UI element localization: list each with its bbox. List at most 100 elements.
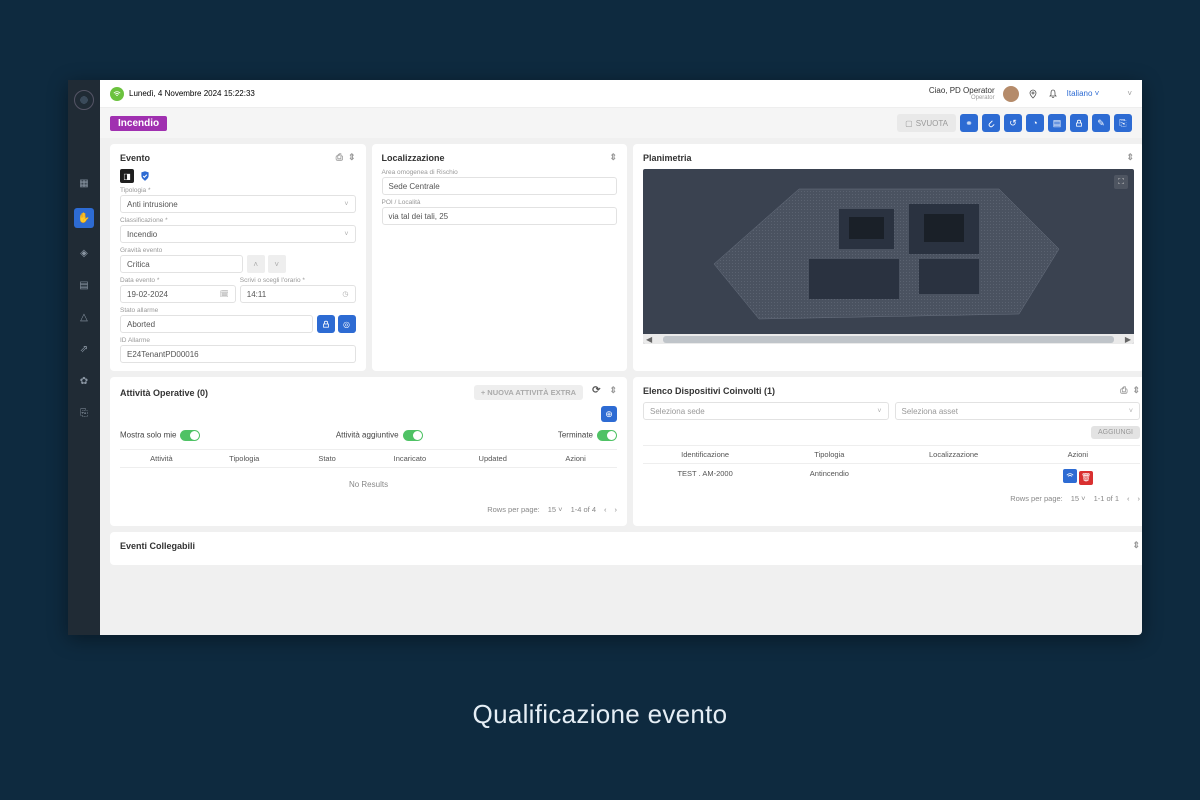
dispositivi-table: Identificazione Tipologia Localizzazione… [643, 445, 1140, 490]
cell-loc [892, 469, 1016, 485]
svuota-button[interactable]: ▢SVUOTA [897, 114, 956, 132]
ora-label: Scrivi o scegli l'orario * [240, 277, 356, 284]
stato-label: Stato allarme [120, 307, 356, 314]
sidebar-layers-icon[interactable]: ◈ [77, 246, 91, 260]
collapse-icon[interactable]: ⇕ [1132, 385, 1140, 396]
collegabili-title: Eventi Collegabili [120, 541, 195, 551]
event-tag: Incendio [110, 116, 167, 131]
collapse-icon[interactable]: ⇕ [609, 152, 617, 163]
tipologia-label: Tipologia * [120, 187, 356, 194]
col-tipologia: Tipologia [767, 450, 891, 459]
content-area: Evento ⎙ ⇕ ◨ Tipologia * Anti intrusione˅… [100, 138, 1142, 635]
scroll-left-icon[interactable]: ◀ [643, 335, 655, 344]
refresh-icon[interactable]: ⟳ [588, 385, 604, 400]
next-page-icon[interactable]: › [615, 505, 618, 514]
aggiungi-button[interactable]: AGGIUNGI [1091, 426, 1140, 439]
row-delete-icon[interactable]: 🗑 [1079, 471, 1093, 485]
classificazione-label: Classificazione * [120, 217, 356, 224]
next-page-icon[interactable]: › [1138, 494, 1141, 503]
edit-button[interactable]: ✎ [1092, 114, 1110, 132]
expand-icon[interactable]: ⛶ [1114, 175, 1128, 189]
stato-target-button[interactable]: ◎ [338, 315, 356, 333]
collegabili-card: Eventi Collegabili ⇕ [110, 532, 1142, 565]
print-icon[interactable]: ⎙ [1120, 385, 1127, 396]
mostra-toggle[interactable] [180, 430, 200, 441]
caption: Qualificazione evento [0, 699, 1200, 730]
col-identificazione: Identificazione [643, 450, 767, 459]
gravita-down-button[interactable]: ˅ [268, 255, 286, 273]
exit-button[interactable]: ⎘ [1114, 114, 1132, 132]
print-icon[interactable]: ⎙ [336, 152, 343, 163]
noresults-label: No Results [120, 468, 617, 501]
rows-select[interactable]: 15 ˅ [1071, 494, 1086, 503]
col-azioni: Azioni [534, 454, 617, 463]
sidebar-settings-icon[interactable]: ✿ [77, 374, 91, 388]
prev-page-icon[interactable]: ‹ [604, 505, 607, 514]
collapse-icon[interactable]: ⇕ [609, 385, 617, 400]
note-button[interactable]: ▤ [1048, 114, 1066, 132]
collapse-icon[interactable]: ⇕ [1132, 540, 1140, 551]
sidebar-calendar-icon[interactable]: ▤ [77, 278, 91, 292]
classificazione-field[interactable]: Incendio˅ [120, 225, 356, 243]
collapse-icon[interactable]: ⇕ [348, 152, 356, 163]
planimetria-title: Planimetria [643, 153, 692, 163]
nuova-attivita-button[interactable]: + NUOVA ATTIVITÀ EXTRA [474, 385, 583, 400]
link-button[interactable]: ⚭ [960, 114, 978, 132]
lock-header-button[interactable] [1070, 114, 1088, 132]
range-label: 1-1 of 1 [1094, 494, 1119, 503]
gravita-up-button[interactable]: ˄ [247, 255, 265, 273]
row-wifi-icon[interactable] [1063, 469, 1077, 483]
floorplan-viewer[interactable]: ⛶ ◀ [643, 169, 1134, 344]
evento-title: Evento [120, 153, 150, 163]
prev-page-icon[interactable]: ‹ [1127, 494, 1130, 503]
rows-select[interactable]: 15 ˅ [548, 505, 563, 514]
aggiuntive-toggle[interactable] [403, 430, 423, 441]
attachment-button[interactable] [982, 114, 1000, 132]
sidebar-walk-icon[interactable]: ⇗ [77, 342, 91, 356]
comment-button[interactable]: ◔ [1026, 114, 1044, 132]
avatar[interactable] [1003, 86, 1019, 102]
language-selector[interactable]: Italiano ˅ [1067, 89, 1100, 98]
terminate-toggle[interactable] [597, 430, 617, 441]
connection-status-icon [110, 87, 124, 101]
asset-select[interactable]: Seleziona asset˅ [895, 402, 1141, 420]
id-field: E24TenantPD00016 [120, 345, 356, 363]
tipologia-field[interactable]: Anti intrusione˅ [120, 195, 356, 213]
datetime-label: Lunedì, 4 Novembre 2024 15:22:33 [129, 89, 255, 98]
data-field[interactable]: 19-02-2024🗓 [120, 285, 236, 303]
location-icon[interactable] [1027, 88, 1039, 100]
stato-lock-button[interactable] [317, 315, 335, 333]
col-stato: Stato [286, 454, 369, 463]
poi-field[interactable]: via tal dei tali, 25 [382, 207, 618, 225]
stato-field[interactable]: Aborted [120, 315, 313, 333]
dropdown-chevron-icon[interactable]: ˅ [1127, 89, 1132, 98]
attivita-card: Attività Operative (0) + NUOVA ATTIVITÀ … [110, 377, 627, 526]
dispositivi-card: Elenco Dispositivi Coinvolti (1) ⎙⇕ Sele… [633, 377, 1142, 526]
sidebar-dashboard-icon[interactable]: ▦ [77, 176, 91, 190]
collapse-icon[interactable]: ⇕ [1126, 152, 1134, 163]
area-field[interactable]: Sede Centrale [382, 177, 618, 195]
sidebar-exit-icon[interactable]: ⎘ [77, 406, 91, 420]
add-attivita-button[interactable]: ⊕ [601, 406, 617, 422]
history-button[interactable]: ↺ [1004, 114, 1022, 132]
sede-select[interactable]: Seleziona sede˅ [643, 402, 889, 420]
cell-tipo: Antincendio [767, 469, 891, 485]
ora-field[interactable]: 14:11◷ [240, 285, 356, 303]
bell-icon[interactable] [1047, 88, 1059, 100]
range-label: 1-4 of 4 [571, 505, 596, 514]
attivita-table: Attività Tipologia Stato Incaricato Upda… [120, 449, 617, 501]
floorplan-scrollbar[interactable]: ◀ ▶ [643, 334, 1134, 344]
app-logo-icon [74, 90, 94, 110]
map-badge-icon: ◨ [120, 169, 134, 183]
sidebar-user-icon[interactable]: △ [77, 310, 91, 324]
sidebar-events-icon[interactable]: ✋ [74, 208, 94, 228]
rows-label: Rows per page: [1010, 494, 1063, 503]
scroll-right-icon[interactable]: ▶ [1122, 335, 1134, 344]
gravita-field[interactable]: Critica [120, 255, 243, 273]
user-role: Operator [929, 95, 995, 101]
col-azioni: Azioni [1016, 450, 1140, 459]
localizzazione-card: Localizzazione ⇕ Area omogenea di Rischi… [372, 144, 628, 371]
id-label: ID Allarme [120, 337, 356, 344]
gravita-label: Gravità evento [120, 247, 356, 254]
col-incaricato: Incaricato [368, 454, 451, 463]
